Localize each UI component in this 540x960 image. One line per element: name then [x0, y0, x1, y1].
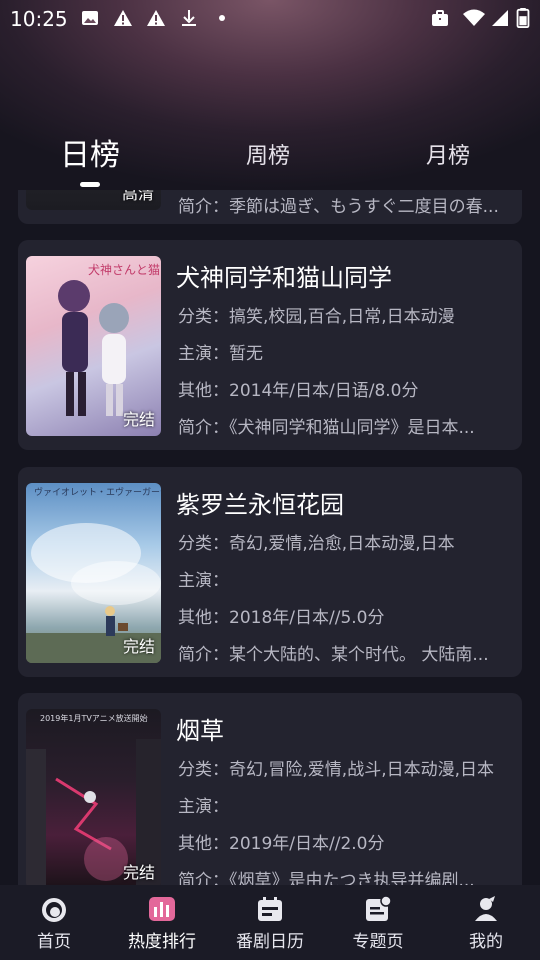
list-item[interactable]: 犬神さんと猫山さん 完结 犬神同学和猫山同学 分类：搞笑,校园,百合,日常,日本…	[18, 240, 522, 450]
svg-text:ヴァイオレット・エヴァーガーデン: ヴァイオレット・エヴァーガーデン	[34, 486, 161, 498]
list-item[interactable]: 2019年1月TVアニメ放送開始 完结 烟草 分类：奇幻,冒险,爱情,战斗,日本…	[18, 693, 522, 885]
card-summary: 简介：某个大陆的、某个时代。 大陆南...	[178, 645, 489, 665]
image-icon	[82, 11, 98, 25]
poster-image: 高清	[26, 190, 161, 210]
nav-profile[interactable]: 我的	[432, 895, 540, 952]
bottom-nav: 首页 热度排行 番剧日历 专题页 我的	[0, 885, 540, 960]
tab-daily[interactable]: 日榜	[60, 130, 120, 174]
poster-image: ヴァイオレット・エヴァーガーデン 完结	[26, 483, 161, 663]
home-icon	[42, 898, 66, 922]
dot-icon	[219, 15, 225, 21]
card-title: 紫罗兰永恒花园	[176, 491, 344, 519]
tab-monthly[interactable]: 月榜	[426, 138, 470, 170]
status-badge: 完结	[122, 410, 155, 429]
status-badge: 高清	[122, 190, 155, 203]
card-title: 烟草	[176, 717, 224, 745]
nav-topics[interactable]: 专题页	[324, 895, 432, 952]
nav-ranking[interactable]: 热度排行	[108, 895, 216, 952]
poster-image: 2019年1月TVアニメ放送開始 完结	[26, 709, 161, 885]
nav-calendar[interactable]: 番剧日历	[216, 895, 324, 952]
card-cast: 主演：	[178, 797, 229, 817]
nav-label: 专题页	[352, 932, 404, 952]
profile-icon	[475, 896, 497, 921]
nav-label: 我的	[469, 932, 503, 952]
briefcase-icon	[432, 10, 448, 26]
nav-home[interactable]: 首页	[0, 895, 108, 952]
poster-image: 犬神さんと猫山さん 完结	[26, 256, 161, 436]
status-badge: 完结	[122, 863, 155, 882]
card-other: 其他：2014年/日本/日语/8.0分	[178, 381, 419, 401]
wifi-icon	[463, 9, 485, 26]
card-cast: 主演：	[178, 571, 229, 591]
battery-icon	[516, 8, 530, 28]
warning-icon	[147, 10, 165, 26]
tab-weekly[interactable]: 周榜	[246, 138, 290, 170]
card-other: 其他：2019年/日本//2.0分	[178, 834, 385, 854]
card-cast: 主演：暂无	[178, 344, 263, 364]
status-time: 10:25	[10, 7, 68, 31]
card-title: 犬神同学和猫山同学	[176, 264, 392, 292]
nav-label: 番剧日历	[236, 932, 304, 952]
list-item[interactable]: 高清 简介：季節は過ぎ、もうすぐ二度目の春...	[18, 190, 522, 224]
status-badge: 完结	[122, 637, 155, 656]
ranking-tabs: 日榜 周榜 月榜	[0, 130, 540, 190]
ranking-list[interactable]: 高清 简介：季節は過ぎ、もうすぐ二度目の春... 犬神さんと猫山さん 完结 犬神…	[0, 190, 540, 885]
svg-text:2019年1月TVアニメ放送開始: 2019年1月TVアニメ放送開始	[40, 713, 148, 723]
signal-icon	[492, 10, 508, 26]
card-category: 分类：搞笑,校园,百合,日常,日本动漫	[178, 307, 455, 327]
card-other: 其他：2018年/日本//5.0分	[178, 608, 385, 628]
card-summary: 简介：《犬神同学和猫山同学》是日本...	[178, 418, 475, 438]
status-bar: 10:25	[0, 0, 540, 36]
tab-indicator	[80, 182, 100, 187]
card-summary: 简介：季節は過ぎ、もうすぐ二度目の春...	[178, 197, 499, 217]
svg-text:犬神さんと猫山さん: 犬神さんと猫山さん	[88, 263, 161, 277]
ranking-icon	[149, 897, 175, 921]
calendar-icon	[258, 897, 282, 921]
card-category: 分类：奇幻,冒险,爱情,战斗,日本动漫,日本	[178, 760, 495, 780]
list-item[interactable]: ヴァイオレット・エヴァーガーデン 完结 紫罗兰永恒花园 分类：奇幻,爱情,治愈,…	[18, 467, 522, 677]
card-summary: 简介：《烟草》是由たつき执导并编剧...	[178, 871, 475, 885]
download-icon	[182, 10, 196, 26]
nav-label: 热度排行	[128, 932, 196, 952]
topic-icon	[366, 895, 392, 921]
nav-label: 首页	[37, 932, 71, 952]
warning-icon	[114, 10, 132, 26]
card-category: 分类：奇幻,爱情,治愈,日本动漫,日本	[178, 534, 455, 554]
